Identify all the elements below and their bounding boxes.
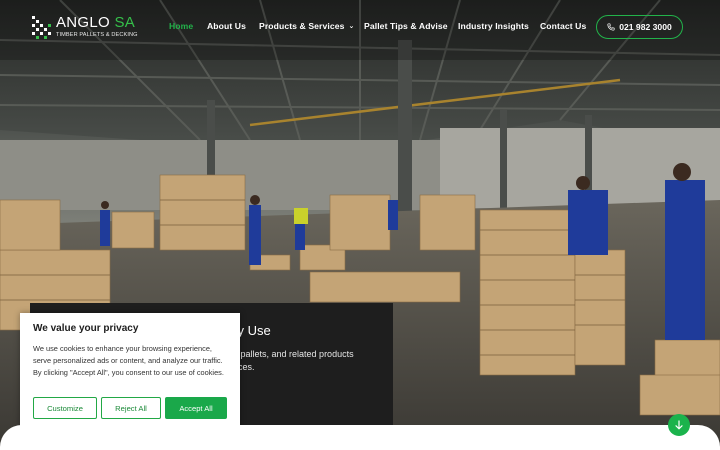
logo[interactable]: ANGLO SA TIMBER PALLETS & DECKING <box>30 13 140 41</box>
phone-icon <box>607 23 615 31</box>
customize-button[interactable]: Customize <box>33 397 97 419</box>
hero-text-line-2: rices. <box>233 362 255 372</box>
reject-all-button[interactable]: Reject All <box>101 397 161 419</box>
hero-text: u pallets, and related products rices. <box>233 348 383 374</box>
cookie-buttons: Customize Reject All Accept All <box>33 397 227 419</box>
logo-icon <box>32 16 51 39</box>
phone-button[interactable]: 021 982 3000 <box>596 15 683 39</box>
brand-name: ANGLO SA <box>56 14 135 31</box>
arrow-down-icon <box>675 420 683 430</box>
scroll-down-button[interactable] <box>668 414 690 436</box>
nav-products-services-label: Products & Services <box>259 21 345 31</box>
nav-products-services[interactable]: Products & Services ⌄ <box>259 21 354 31</box>
nav-industry-insights[interactable]: Industry Insights <box>458 21 529 31</box>
nav-pallet-tips[interactable]: Pallet Tips & Advise <box>364 21 448 31</box>
phone-number: 021 982 3000 <box>619 22 672 32</box>
cookie-text: We use cookies to enhance your browsing … <box>33 344 224 377</box>
chevron-down-icon: ⌄ <box>348 23 355 30</box>
brand-name-accent: SA <box>114 14 136 31</box>
cookie-title: We value your privacy <box>33 323 139 334</box>
nav-about-us[interactable]: About Us <box>207 21 246 31</box>
accept-all-button[interactable]: Accept All <box>165 397 227 419</box>
brand-name-main: ANGLO <box>56 14 111 31</box>
content-section-edge <box>0 425 720 450</box>
nav-home[interactable]: Home <box>169 21 193 31</box>
hero-text-line-1: u pallets, and related products <box>233 349 354 359</box>
nav-contact-us[interactable]: Contact Us <box>540 21 586 31</box>
cookie-banner: We value your privacy We use cookies to … <box>20 313 240 430</box>
brand-tagline: TIMBER PALLETS & DECKING <box>56 32 138 38</box>
